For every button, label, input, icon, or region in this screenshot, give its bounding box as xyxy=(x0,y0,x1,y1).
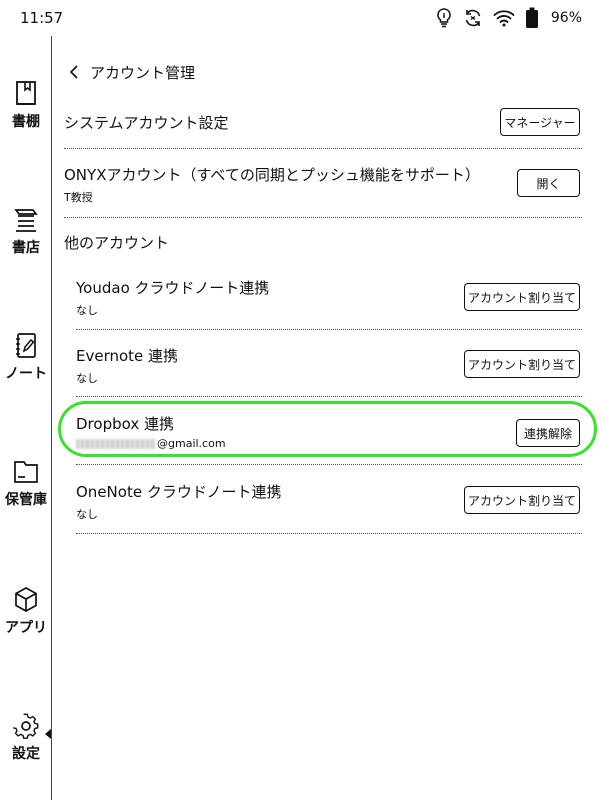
youdao-label: Youdao クラウドノート連携 xyxy=(76,279,270,297)
chevron-left-icon xyxy=(69,65,78,79)
folder-icon xyxy=(13,458,39,486)
active-indicator xyxy=(45,729,51,739)
header: アカウント管理 xyxy=(64,60,195,84)
onyx-account-user: T教授 xyxy=(64,191,93,204)
bookshelf-icon xyxy=(13,80,39,108)
bulb-icon xyxy=(435,7,453,29)
evernote-status: なし xyxy=(76,372,98,385)
store-icon xyxy=(13,206,39,234)
divider xyxy=(64,217,582,218)
note-icon xyxy=(13,332,39,360)
evernote-label: Evernote 連携 xyxy=(76,347,179,365)
sidebar: 書棚 書店 ノート 保管庫 アプリ 設定 xyxy=(0,36,52,800)
sidebar-item-label: 保管庫 xyxy=(5,492,47,508)
system-account-label: システムアカウント設定 xyxy=(64,114,229,132)
back-button[interactable] xyxy=(64,62,84,82)
sidebar-item-label: ノート xyxy=(5,366,47,382)
sidebar-item-label: 書棚 xyxy=(12,114,40,130)
dropbox-label: Dropbox 連携 xyxy=(76,415,174,433)
clock: 11:57 xyxy=(20,9,64,27)
onyx-account-label: ONYXアカウント（すべての同期とプッシュ機能をサポート） xyxy=(64,166,480,184)
sidebar-item-apps[interactable]: アプリ xyxy=(0,586,52,637)
main-panel: アカウント管理 システムアカウント設定 マネージャー ONYXアカウント（すべて… xyxy=(52,36,600,800)
divider xyxy=(76,533,582,534)
open-button[interactable]: 開く xyxy=(517,169,580,197)
wifi-icon xyxy=(493,9,515,27)
apps-icon xyxy=(13,586,39,614)
sidebar-item-vault[interactable]: 保管庫 xyxy=(0,458,52,509)
status-icons: 96% xyxy=(435,6,582,30)
youdao-assign-button[interactable]: アカウント割り当て xyxy=(464,283,580,311)
evernote-assign-button[interactable]: アカウント割り当て xyxy=(464,350,580,378)
onenote-status: なし xyxy=(76,508,98,521)
divider xyxy=(76,329,582,330)
sidebar-item-notes[interactable]: ノート xyxy=(0,332,52,383)
unlink-button[interactable]: 連携解除 xyxy=(516,419,580,447)
divider xyxy=(76,396,582,397)
page-title: アカウント管理 xyxy=(90,63,196,82)
other-accounts-heading: 他のアカウント xyxy=(64,234,170,252)
onenote-assign-button[interactable]: アカウント割り当て xyxy=(464,486,580,514)
youdao-status: なし xyxy=(76,304,98,317)
sidebar-item-label: アプリ xyxy=(5,620,47,636)
sidebar-item-store[interactable]: 書店 xyxy=(0,206,52,257)
sidebar-item-label: 書店 xyxy=(12,240,40,256)
battery-percent: 96% xyxy=(550,10,582,26)
sidebar-item-label: 設定 xyxy=(12,746,40,762)
divider xyxy=(64,148,582,149)
manager-button[interactable]: マネージャー xyxy=(500,108,580,136)
gear-icon xyxy=(13,712,39,740)
redacted-email xyxy=(76,439,156,449)
dropbox-email: @gmail.com xyxy=(76,437,226,450)
divider xyxy=(76,464,582,465)
sync-icon xyxy=(463,8,483,28)
status-bar: 11:57 96% xyxy=(0,0,600,36)
email-domain: @gmail.com xyxy=(157,437,226,450)
sidebar-item-bookshelf[interactable]: 書棚 xyxy=(0,80,52,131)
battery-icon xyxy=(525,7,539,29)
onenote-label: OneNote クラウドノート連携 xyxy=(76,483,282,501)
